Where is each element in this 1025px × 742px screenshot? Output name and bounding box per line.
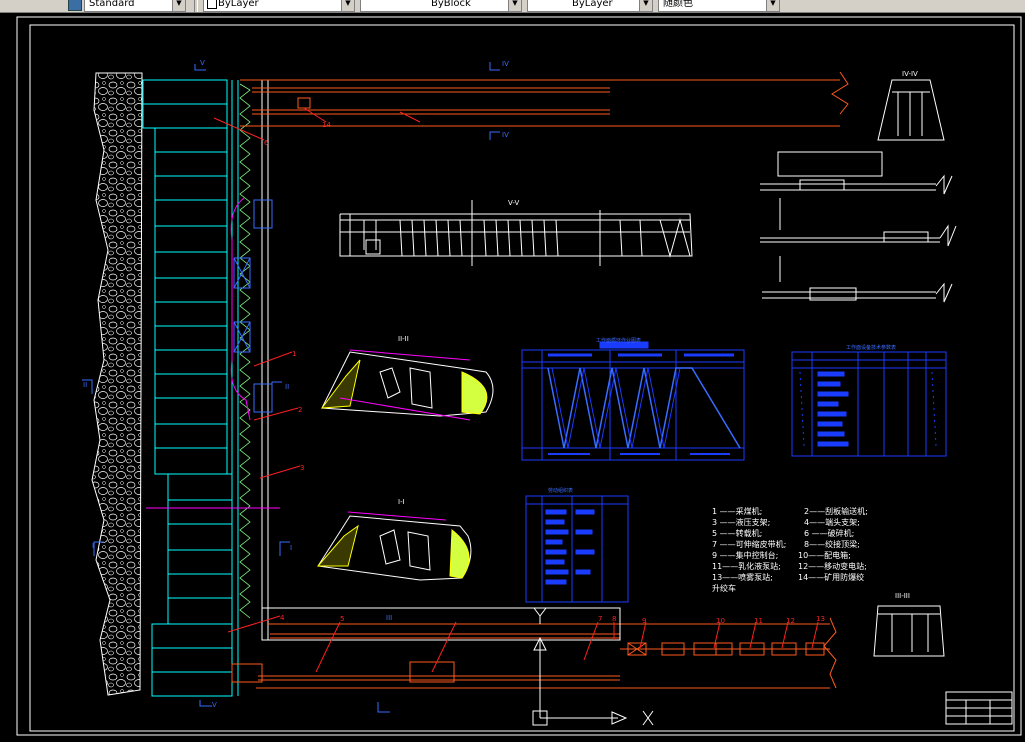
legend-item: 1 ——采煤机;: [712, 507, 763, 516]
cut-mark-iv-bottom: IV: [502, 131, 509, 139]
equipment-table-title: 工作面设备技术参数表: [846, 345, 897, 351]
equipment-parameter-table: [791, 351, 947, 457]
legend-item: 10——配电箱;: [798, 551, 851, 560]
cad-drawing[interactable]: [0, 13, 1025, 738]
support-column-lower: [167, 473, 233, 625]
callout-11: 11: [754, 617, 763, 625]
text-style-value: Standard: [89, 0, 135, 9]
chevron-down-icon[interactable]: ▼: [508, 0, 521, 11]
tailgate-roadway: [240, 71, 849, 127]
callout-9: 9: [642, 617, 647, 625]
color-value: ByLayer: [218, 0, 259, 9]
cut-mark-v-top: V: [200, 59, 205, 67]
callout-6: 6: [264, 139, 269, 147]
toolbar-separator: [194, 0, 198, 12]
callout-13: 13: [816, 615, 825, 623]
cycle-chart-title: 工作面循环作业图表: [596, 338, 642, 344]
callout-8: 8: [612, 615, 617, 623]
callout-10: 10: [716, 617, 725, 625]
drawing-canvas[interactable]: IV-IV V-V II-II I-I III-III IV IV V V II…: [0, 13, 1025, 738]
support-bottom-block: [151, 623, 233, 697]
chevron-down-icon[interactable]: ▼: [172, 0, 185, 11]
section-iii-iii-drawing: [873, 605, 945, 657]
section-iv-iv-drawing: [877, 79, 945, 141]
side-elevation-views: [760, 151, 957, 303]
chevron-down-icon[interactable]: ▼: [766, 0, 779, 11]
legend-item: 11——乳化液泵站;: [712, 562, 781, 571]
lineweight-value: ByLayer: [572, 0, 613, 9]
labor-table-title: 劳动组织表: [548, 488, 574, 494]
cut-mark-ii-left: II: [83, 381, 88, 389]
legend-item: 升绞车: [712, 584, 736, 593]
color-dropdown[interactable]: ByLayer ▼: [203, 0, 355, 12]
legend-item: 7 ——可伸缩皮带机;: [712, 540, 787, 549]
section-label-iv-iv: IV-IV: [902, 70, 918, 78]
callout-5: 5: [340, 615, 345, 623]
hydraulic-supports: [142, 79, 239, 697]
section-v-v-drawing: [339, 200, 693, 266]
legend-item: 6 ——破碎机;: [804, 529, 855, 538]
ucs-axis: [532, 607, 654, 726]
callout-14: 14: [322, 121, 331, 129]
chevron-down-icon[interactable]: ▼: [639, 0, 652, 11]
callout-7: 7: [598, 615, 603, 623]
text-style-icon[interactable]: [68, 0, 82, 11]
section-markers: [82, 62, 500, 713]
cut-mark-iv-top: IV: [502, 60, 509, 68]
legend-item: 3 ——液压支架;: [712, 518, 771, 527]
section-label-iii-iii: III-III: [895, 592, 910, 600]
rock-hatch-area: [91, 72, 143, 696]
callout-4: 4: [280, 614, 285, 622]
section-i-i-drawing: [316, 511, 472, 581]
properties-toolbar: Standard ▼ ByLayer ▼ ByBlock ▼ ByLayer ▼…: [0, 0, 1025, 13]
legend-item: 4——端头支架;: [804, 518, 860, 527]
outer-frame: [16, 16, 1022, 736]
callout-2: 2: [298, 406, 303, 414]
headgate-roadway: [231, 617, 837, 689]
linetype-dropdown[interactable]: ByBlock ▼: [360, 0, 522, 12]
lineweight-dropdown[interactable]: ByLayer ▼: [527, 0, 653, 12]
scraper-conveyor-chain: [239, 83, 251, 619]
text-style-dropdown[interactable]: Standard ▼: [84, 0, 186, 12]
legend-item: 8——绞接顶梁;: [804, 540, 860, 549]
legend-item: 13——喷雾泵站;: [712, 573, 773, 582]
plotstyle-dropdown[interactable]: 随颜色 ▼: [658, 0, 780, 12]
support-column-upper: [154, 127, 228, 475]
legend-item: 5 ——转载机;: [712, 529, 763, 538]
section-ii-ii-drawing: [320, 349, 494, 421]
section-label-i-i: I-I: [398, 498, 405, 506]
plotstyle-value: 随颜色: [663, 0, 693, 9]
title-block: [945, 691, 1013, 725]
callout-3: 3: [300, 464, 305, 472]
section-label-v-v: V-V: [508, 199, 520, 207]
color-swatch-icon: [207, 0, 217, 9]
legend-item: 2——刮板输送机;: [804, 507, 868, 516]
callout-1: 1: [292, 350, 297, 358]
callout-12: 12: [786, 617, 795, 625]
section-label-ii-ii: II-II: [398, 335, 409, 343]
legend-item: 14——矿用防爆绞: [798, 573, 865, 582]
cycle-operation-chart: [521, 341, 745, 461]
linetype-value: ByBlock: [431, 0, 471, 9]
cut-mark-i-right: I: [290, 544, 293, 552]
legend-item: 9 ——集中控制台;: [712, 551, 779, 560]
cut-mark-ii-right: II: [285, 383, 290, 391]
chevron-down-icon[interactable]: ▼: [341, 0, 354, 11]
cut-mark-v-bottom: V: [212, 701, 217, 709]
cut-mark-iii: III: [386, 614, 393, 622]
cut-mark-i-left: I: [92, 542, 95, 550]
legend-item: 12——移动变电站;: [798, 562, 867, 571]
labor-organization-table: [525, 495, 629, 603]
